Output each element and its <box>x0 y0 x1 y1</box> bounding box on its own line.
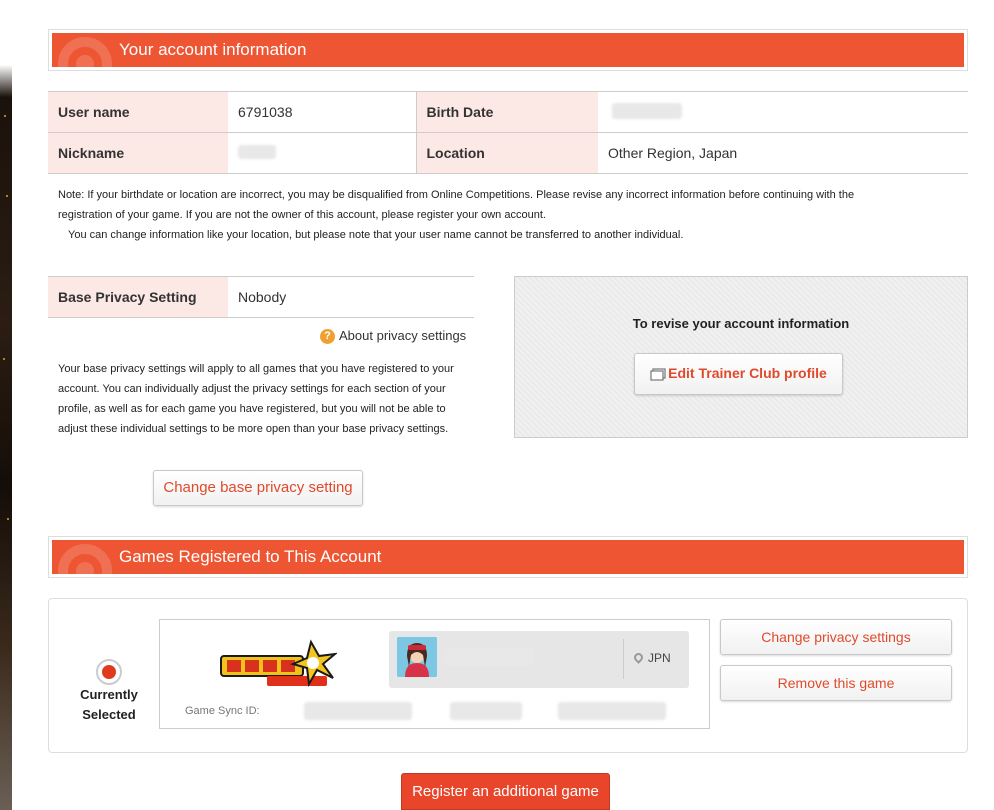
birth-date-label: Birth Date <box>415 91 598 133</box>
question-circle-icon: ? <box>320 329 335 344</box>
window-icon <box>650 368 666 381</box>
games-section-title: Games Registered to This Account <box>119 547 382 566</box>
account-section-header: Your account information <box>48 29 968 71</box>
avatar-image <box>397 637 437 677</box>
trainer-avatar <box>397 637 437 677</box>
base-privacy-label: Base Privacy Setting <box>48 276 228 318</box>
redacted-sync-id <box>558 702 666 720</box>
redacted-sync-id <box>450 702 522 720</box>
table-row: User name 6791038 Birth Date <box>48 91 968 133</box>
note-line: Note: If your birthdate or location are … <box>58 189 855 201</box>
edit-trainer-club-label: Edit Trainer Club profile <box>668 365 827 381</box>
pokeball-center-icon <box>76 55 94 67</box>
location-pin-icon <box>632 651 645 664</box>
about-privacy-label: About privacy settings <box>339 328 467 343</box>
birth-date-value <box>598 91 968 133</box>
account-section-title: Your account information <box>119 40 307 59</box>
user-name-value: 6791038 <box>228 91 416 133</box>
redacted-birth-date <box>612 102 682 119</box>
privacy-table: Base Privacy Setting Nobody <box>48 276 474 318</box>
edit-trainer-club-profile-button[interactable]: Edit Trainer Club profile <box>634 353 843 395</box>
currently-selected-radio[interactable] <box>96 659 122 685</box>
background-sparkle <box>7 518 9 520</box>
current-label-line: Currently <box>80 687 138 702</box>
region-indicator: JPN <box>632 651 671 665</box>
register-additional-game-button[interactable]: Register an additional game <box>401 773 610 810</box>
change-privacy-settings-button[interactable]: Change privacy settings <box>720 619 952 655</box>
about-privacy-link[interactable]: ? About privacy settings <box>320 328 466 344</box>
game-logo <box>220 639 337 688</box>
user-name-label: User name <box>48 91 228 133</box>
table-row: Base Privacy Setting Nobody <box>48 276 474 318</box>
note-line: registration of your game. If you are no… <box>58 209 546 221</box>
location-label: Location <box>415 132 598 174</box>
redacted-nickname <box>238 144 276 159</box>
account-section-bar: Your account information <box>52 33 964 67</box>
games-section-bar: Games Registered to This Account <box>52 540 964 574</box>
privacy-description: Your base privacy settings will apply to… <box>58 363 454 435</box>
background-sparkle <box>6 195 8 197</box>
games-section-header: Games Registered to This Account <box>48 536 968 578</box>
redacted-sync-id <box>304 702 412 720</box>
note-line: You can change information like your loc… <box>68 229 684 241</box>
currently-selected-label: Currently Selected <box>70 685 148 725</box>
nickname-label: Nickname <box>48 132 228 174</box>
remove-game-button[interactable]: Remove this game <box>720 665 952 701</box>
redacted-trainer-name <box>444 648 534 666</box>
background-edge <box>0 0 12 810</box>
game-sync-id-label: Game Sync ID: <box>185 705 260 717</box>
current-label-line: Selected <box>82 707 136 722</box>
pokeball-center-icon <box>76 562 94 574</box>
account-info-table: User name 6791038 Birth Date Nickname Lo… <box>48 91 968 174</box>
table-row: Nickname Location Other Region, Japan <box>48 132 968 174</box>
account-note: Note: If your birthdate or location are … <box>58 185 958 245</box>
background-sparkle <box>3 358 5 360</box>
profile-divider <box>623 639 624 679</box>
change-base-privacy-button[interactable]: Change base privacy setting <box>153 470 363 506</box>
base-privacy-value: Nobody <box>228 276 474 318</box>
nickname-value <box>228 132 416 174</box>
background-sparkle <box>4 115 6 117</box>
region-code: JPN <box>648 651 671 665</box>
location-value: Other Region, Japan <box>598 132 968 174</box>
revise-title: To revise your account information <box>632 316 850 331</box>
